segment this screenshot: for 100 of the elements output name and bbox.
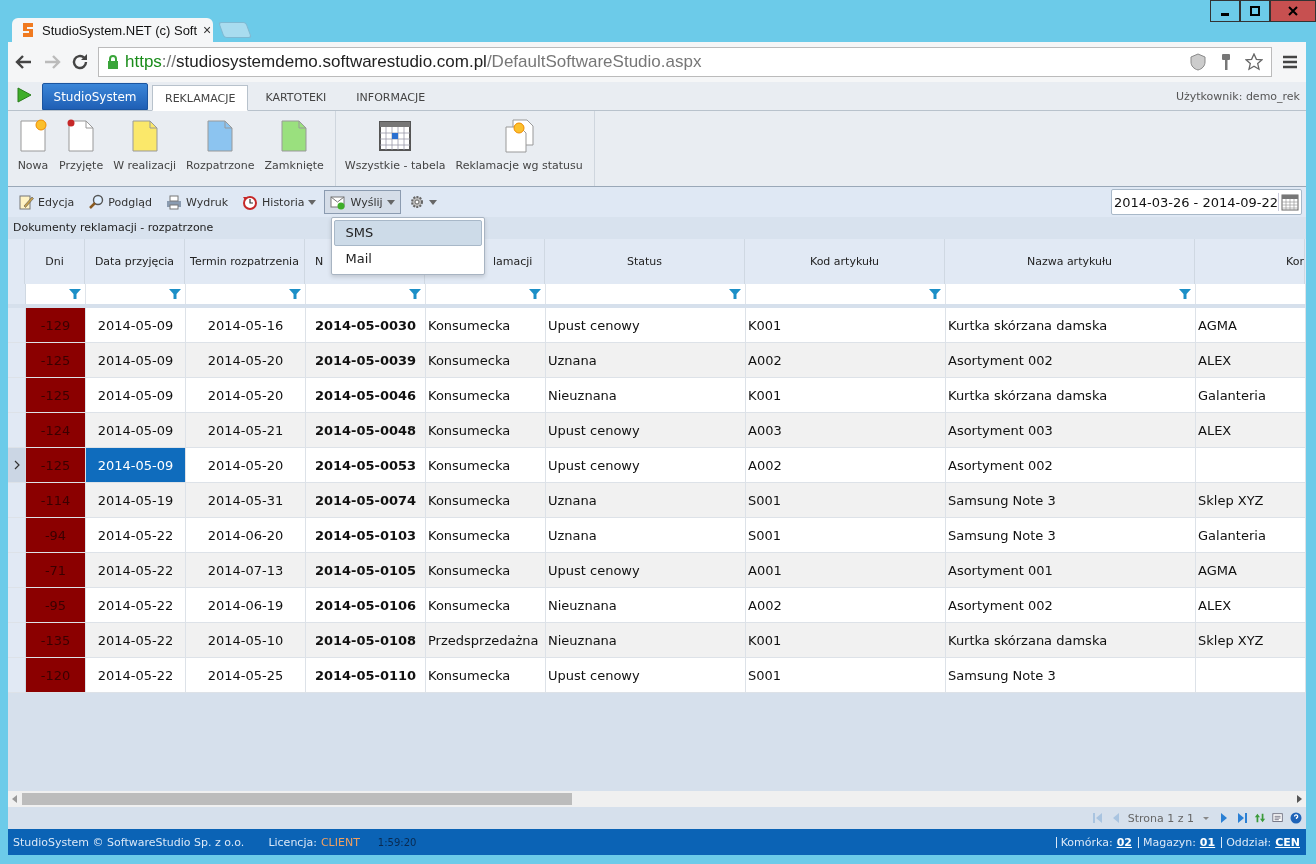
module-tab[interactable]: REKLAMACJE — [152, 85, 249, 111]
star-icon[interactable] — [1245, 53, 1263, 71]
column-header[interactable]: lamacji — [493, 255, 533, 268]
table-cell: -135 — [26, 623, 86, 657]
table-cell: 2014-05-0030 — [306, 308, 426, 342]
ribbon-button[interactable]: Zamknięte — [259, 111, 329, 186]
close-button[interactable] — [1270, 0, 1316, 22]
table-cell: Uznana — [546, 343, 746, 377]
table-cell: Konsumecka — [426, 343, 546, 377]
filter-icon[interactable] — [529, 288, 541, 300]
page-indicator: Strona 1 z 1 — [1127, 811, 1194, 825]
filter-icon[interactable] — [69, 288, 81, 300]
column-header[interactable]: N — [315, 255, 324, 268]
table-cell: S001 — [746, 518, 946, 552]
table-cell: ALEX — [1196, 343, 1306, 377]
documents-icon — [503, 119, 536, 153]
table-cell: 2014-05-09 — [86, 343, 186, 377]
ribbon-button[interactable]: Wszystkie - tabela — [339, 111, 451, 186]
play-icon[interactable] — [16, 86, 32, 104]
module-tab[interactable]: KARTOTEKI — [252, 85, 340, 110]
table-cell: 2014-05-10 — [186, 623, 306, 657]
column-header[interactable]: Dni — [45, 255, 64, 268]
table-cell: A002 — [746, 343, 946, 377]
table-cell: Asortyment 003 — [946, 413, 1196, 447]
license-value: CLIENT — [320, 835, 360, 849]
table-cell: 2014-05-20 — [186, 448, 306, 482]
reload-icon[interactable] — [70, 52, 90, 72]
status-link[interactable]: CEN — [1275, 835, 1300, 849]
minimize-button[interactable] — [1210, 0, 1240, 22]
table-cell: 2014-05-0074 — [306, 483, 426, 517]
table-cell: 2014-05-09 — [86, 308, 186, 342]
close-icon[interactable]: × — [203, 22, 212, 38]
table-cell: 2014-05-22 — [86, 658, 186, 692]
table-cell: Konsumecka — [426, 588, 546, 622]
table-cell: Asortyment 001 — [946, 553, 1196, 587]
table-cell: 2014-05-22 — [86, 588, 186, 622]
date-range-field[interactable]: 2014-03-26 - 2014-09-22 — [1110, 189, 1302, 215]
table-cell: AGMA — [1196, 308, 1306, 342]
copyright-text: StudioSystem © SoftwareStudio Sp. z o.o. — [13, 835, 245, 849]
menu-item[interactable]: Mail — [334, 246, 483, 272]
table-cell: Kurtka skórzana damska — [946, 378, 1196, 412]
ribbon-button[interactable]: W realizacji — [108, 111, 182, 186]
home-button[interactable]: StudioSystem — [42, 83, 148, 110]
calendar-icon[interactable] — [1278, 193, 1301, 211]
horizontal-scrollbar[interactable] — [8, 791, 1306, 807]
filter-icon[interactable] — [409, 288, 421, 300]
table-cell: A002 — [746, 448, 946, 482]
table-cell: Samsung Note 3 — [946, 518, 1196, 552]
table-cell: Galanteria — [1196, 518, 1306, 552]
ribbon-button[interactable]: Reklamacje wg statusu — [450, 111, 588, 186]
ribbon-button[interactable]: Nowa — [12, 111, 54, 186]
table-cell: 2014-06-19 — [186, 588, 306, 622]
table-cell: Konsumecka — [426, 448, 546, 482]
column-header[interactable]: Kod artykułu — [809, 255, 880, 268]
table-cell: K001 — [746, 308, 946, 342]
user-label: Użytkownik: demo_rek — [1175, 90, 1300, 103]
ribbon-button[interactable]: Przyjęte — [54, 111, 109, 186]
table-cell: K001 — [746, 623, 946, 657]
column-header[interactable]: Nazwa artykułu — [1026, 255, 1113, 268]
column-header[interactable]: Status — [626, 255, 663, 268]
toolbar-button[interactable]: Historia — [236, 190, 323, 214]
column-header[interactable]: Data przyjęcia — [94, 255, 175, 268]
table-cell: -71 — [26, 553, 86, 587]
table-cell: A003 — [746, 413, 946, 447]
filter-icon[interactable] — [1179, 288, 1191, 300]
filter-icon[interactable] — [289, 288, 301, 300]
table-cell: Konsumecka — [426, 308, 546, 342]
filter-icon[interactable] — [729, 288, 741, 300]
status-link[interactable]: 01 — [1199, 835, 1216, 849]
scroll-left-icon[interactable] — [12, 795, 18, 803]
filter-icon[interactable] — [169, 288, 181, 300]
current-row-icon — [13, 460, 20, 470]
table-cell: Przedsprzedażna — [426, 623, 546, 657]
maximize-button[interactable] — [1240, 0, 1270, 22]
column-header[interactable]: Kor — [1286, 255, 1304, 268]
ribbon-button[interactable]: Rozpatrzone — [181, 111, 260, 186]
logo-icon — [20, 22, 36, 38]
row-header[interactable] — [8, 448, 26, 482]
column-header[interactable]: Termin rozpatrzenia — [190, 255, 299, 268]
table-cell: ALEX — [1196, 413, 1306, 447]
export-icon[interactable] — [1272, 812, 1284, 824]
table-cell: Nieuznana — [546, 623, 746, 657]
address-field[interactable]: https://studiosystemdemo.softwarestudio.com.pl/DefaultSoftwareStudio.aspx — [98, 47, 1272, 77]
toolbar-button[interactable]: Edycja — [12, 190, 81, 214]
browser-tab[interactable]: StudioSystem.NET (c) Soft × — [12, 18, 213, 42]
help-icon[interactable] — [1290, 812, 1302, 824]
toolbar-button[interactable]: Wyślij — [324, 190, 401, 214]
table-cell: Uznana — [546, 518, 746, 552]
scroll-right-icon[interactable] — [1296, 795, 1302, 803]
shield-icon[interactable] — [1189, 53, 1207, 71]
last-page-icon[interactable] — [1236, 812, 1248, 824]
toolbar-button[interactable]: Podgląd — [82, 190, 158, 214]
toolbar-button[interactable]: Wydruk — [160, 190, 235, 214]
filter-icon[interactable] — [929, 288, 941, 300]
status-link[interactable]: 02 — [1116, 835, 1132, 849]
table-icon — [379, 119, 412, 153]
menu-item[interactable]: SMS — [334, 220, 483, 246]
table-cell: Kurtka skórzana damska — [946, 308, 1196, 342]
module-tab[interactable]: INFORMACJE — [343, 85, 439, 110]
refresh-icon[interactable] — [1254, 812, 1266, 824]
